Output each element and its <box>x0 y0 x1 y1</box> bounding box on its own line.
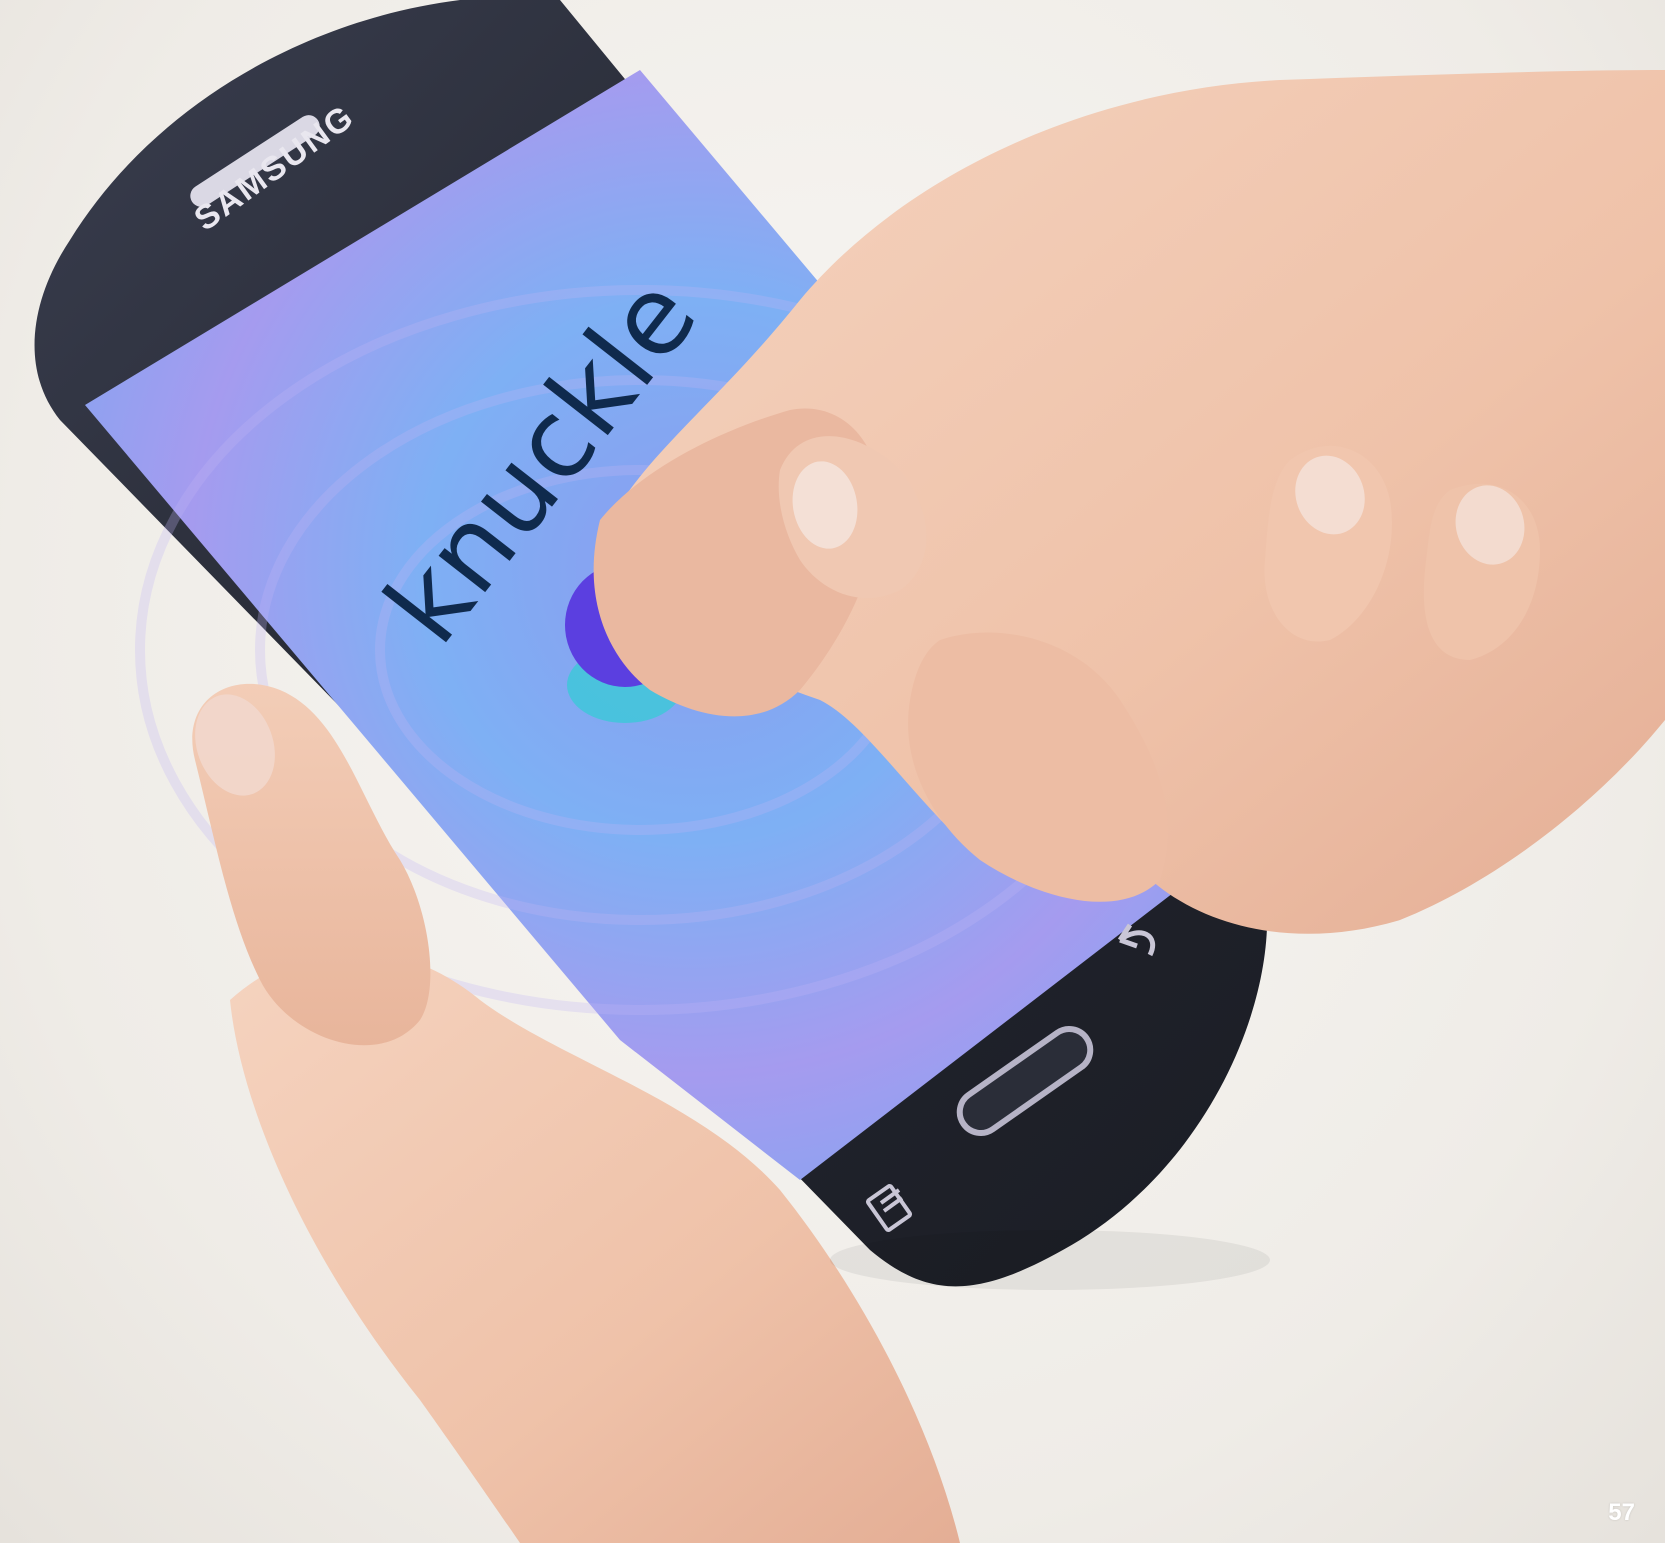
photo-scene: SAMSUNG knuckle <box>34 0 1665 1543</box>
page-number: 57 <box>1608 1499 1635 1526</box>
phone-shadow <box>830 1230 1270 1290</box>
photo-stage: SAMSUNG knuckle 57 <box>0 0 1665 1543</box>
